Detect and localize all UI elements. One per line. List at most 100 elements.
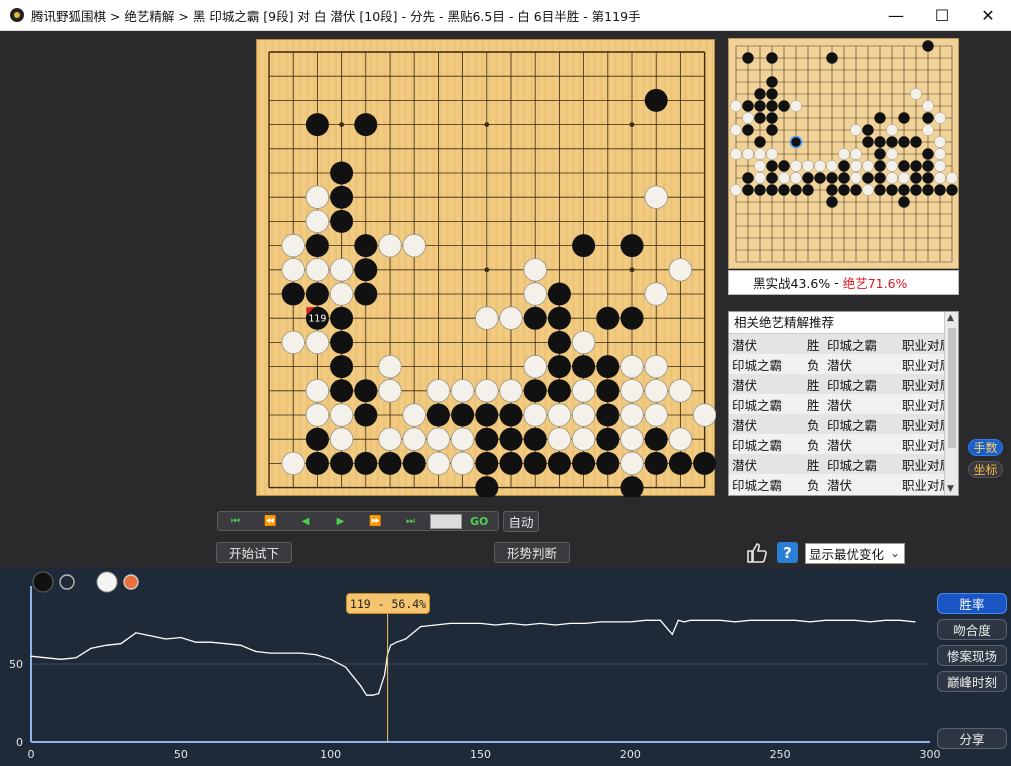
white-stone xyxy=(378,427,402,451)
black-stone xyxy=(874,136,886,148)
last-move-button[interactable]: ⏭ xyxy=(393,512,428,530)
scroll-up-icon[interactable]: ▲ xyxy=(947,313,954,323)
black-stone xyxy=(330,306,354,330)
black-stone xyxy=(451,403,475,427)
black-stone xyxy=(330,379,354,403)
y-tick-label: 0 xyxy=(16,736,23,749)
maximize-button[interactable]: ☐ xyxy=(919,0,965,31)
move-number-input[interactable] xyxy=(430,513,462,529)
player-b: 印城之霸 xyxy=(827,457,878,473)
white-stone xyxy=(692,403,716,427)
white-stone xyxy=(934,148,946,160)
window-controls: — ☐ ✕ xyxy=(873,0,1011,31)
first-move-button[interactable]: ⏮ xyxy=(218,512,253,530)
black-stone xyxy=(354,113,378,137)
recommend-row[interactable]: 印城之霸 负潜伏 职业对局 xyxy=(729,354,958,374)
black-stone xyxy=(693,451,716,475)
black-stone xyxy=(862,172,874,184)
black-stone xyxy=(620,476,644,497)
data-point xyxy=(384,674,386,676)
black-stone xyxy=(802,184,814,196)
data-point xyxy=(120,643,122,645)
white-stone xyxy=(742,148,754,160)
white-stone xyxy=(620,354,644,379)
help-icon[interactable]: ? xyxy=(777,542,798,563)
black-stone xyxy=(305,427,329,451)
black-stone xyxy=(475,403,499,427)
white-stone xyxy=(922,100,934,112)
forward-ten-button[interactable]: ⏩ xyxy=(358,512,393,530)
white-stone xyxy=(754,148,766,160)
variation-select[interactable]: 显示最优变化 ⌄ xyxy=(805,543,905,564)
white-stone xyxy=(571,379,596,403)
player-b: 印城之霸 xyxy=(827,377,878,393)
white-stone xyxy=(644,403,668,427)
black-stone xyxy=(766,184,778,196)
scroll-down-icon[interactable]: ▼ xyxy=(947,484,954,494)
black-stone xyxy=(596,355,620,379)
moves-toggle-button[interactable]: 手数 xyxy=(968,439,1003,456)
share-button[interactable]: 分享 xyxy=(937,728,1007,749)
black-stone xyxy=(547,379,571,403)
disaster-tab[interactable]: 惨案现场 xyxy=(937,645,1007,666)
black-stone xyxy=(898,196,910,208)
black-stone xyxy=(330,355,354,379)
recommend-row[interactable]: 潜伏 胜印城之霸 职业对局 xyxy=(729,374,958,394)
try-play-button[interactable]: 开始试下 xyxy=(216,542,292,563)
back-ten-button[interactable]: ⏪ xyxy=(253,512,288,530)
black-stone xyxy=(874,160,886,172)
white-stone xyxy=(305,330,330,355)
white-stone xyxy=(862,160,874,172)
recommend-row[interactable]: 潜伏 负印城之霸 职业对局 xyxy=(729,414,958,434)
peak-moment-tab[interactable]: 巅峰时刻 xyxy=(937,671,1007,692)
black-stone xyxy=(838,172,850,184)
white-stone xyxy=(802,160,814,172)
black-stone xyxy=(778,184,790,196)
white-stone xyxy=(730,184,742,196)
data-point xyxy=(734,621,736,623)
data-point xyxy=(315,654,317,656)
player-a: 潜伏 xyxy=(732,457,758,473)
white-stone xyxy=(620,379,644,403)
win-rate-tab[interactable]: 胜率 xyxy=(937,593,1007,614)
go-board[interactable]: 119 xyxy=(256,39,716,497)
black-stone xyxy=(790,184,802,196)
coords-toggle-button[interactable]: 坐标 xyxy=(968,461,1003,478)
black-stone xyxy=(922,172,934,184)
white-stone xyxy=(329,258,354,282)
black-stone xyxy=(802,172,814,184)
go-button[interactable]: GO xyxy=(470,515,488,528)
minimize-button[interactable]: — xyxy=(873,0,919,31)
data-point xyxy=(839,619,841,621)
prev-move-button[interactable]: ◀ xyxy=(288,512,323,530)
data-point xyxy=(330,658,332,660)
judge-position-button[interactable]: 形势判断 xyxy=(494,542,570,563)
scroll-thumb[interactable] xyxy=(948,328,956,448)
white-stone xyxy=(426,379,451,403)
result: 胜 xyxy=(807,397,820,413)
data-point xyxy=(479,622,482,625)
close-button[interactable]: ✕ xyxy=(965,0,1011,31)
data-point xyxy=(809,621,811,623)
match-rate-tab[interactable]: 吻合度 xyxy=(937,619,1007,640)
recommend-row[interactable]: 潜伏 胜印城之霸 职业对局 xyxy=(729,454,958,474)
recommend-row[interactable]: 印城之霸 负潜伏 职业对局 xyxy=(729,434,958,454)
thumbs-up-icon[interactable] xyxy=(745,541,769,565)
data-point xyxy=(869,621,871,623)
white-stone xyxy=(886,124,898,136)
white-stone xyxy=(475,379,499,403)
winrate-chart-plot[interactable]: 0 50 100 150 200 250 300 0 50 xyxy=(0,568,1011,766)
white-stone xyxy=(571,330,596,355)
player-a: 印城之霸 xyxy=(732,437,783,453)
recommend-row[interactable]: 潜伏 胜印城之霸 职业对局 xyxy=(729,334,958,354)
auto-play-button[interactable]: 自动 xyxy=(503,511,539,532)
white-stone xyxy=(778,172,790,184)
recommend-scrollbar[interactable]: ▲ ▼ xyxy=(944,312,958,495)
go-board-grid[interactable]: 119 xyxy=(257,40,716,497)
data-point xyxy=(524,624,527,626)
next-move-button[interactable]: ▶ xyxy=(323,512,358,530)
black-stone xyxy=(862,124,874,136)
data-point xyxy=(30,655,32,657)
recommend-row[interactable]: 印城之霸 胜潜伏 职业对局 xyxy=(729,394,958,414)
recommend-row[interactable]: 印城之霸 负潜伏 职业对局 xyxy=(729,474,958,494)
